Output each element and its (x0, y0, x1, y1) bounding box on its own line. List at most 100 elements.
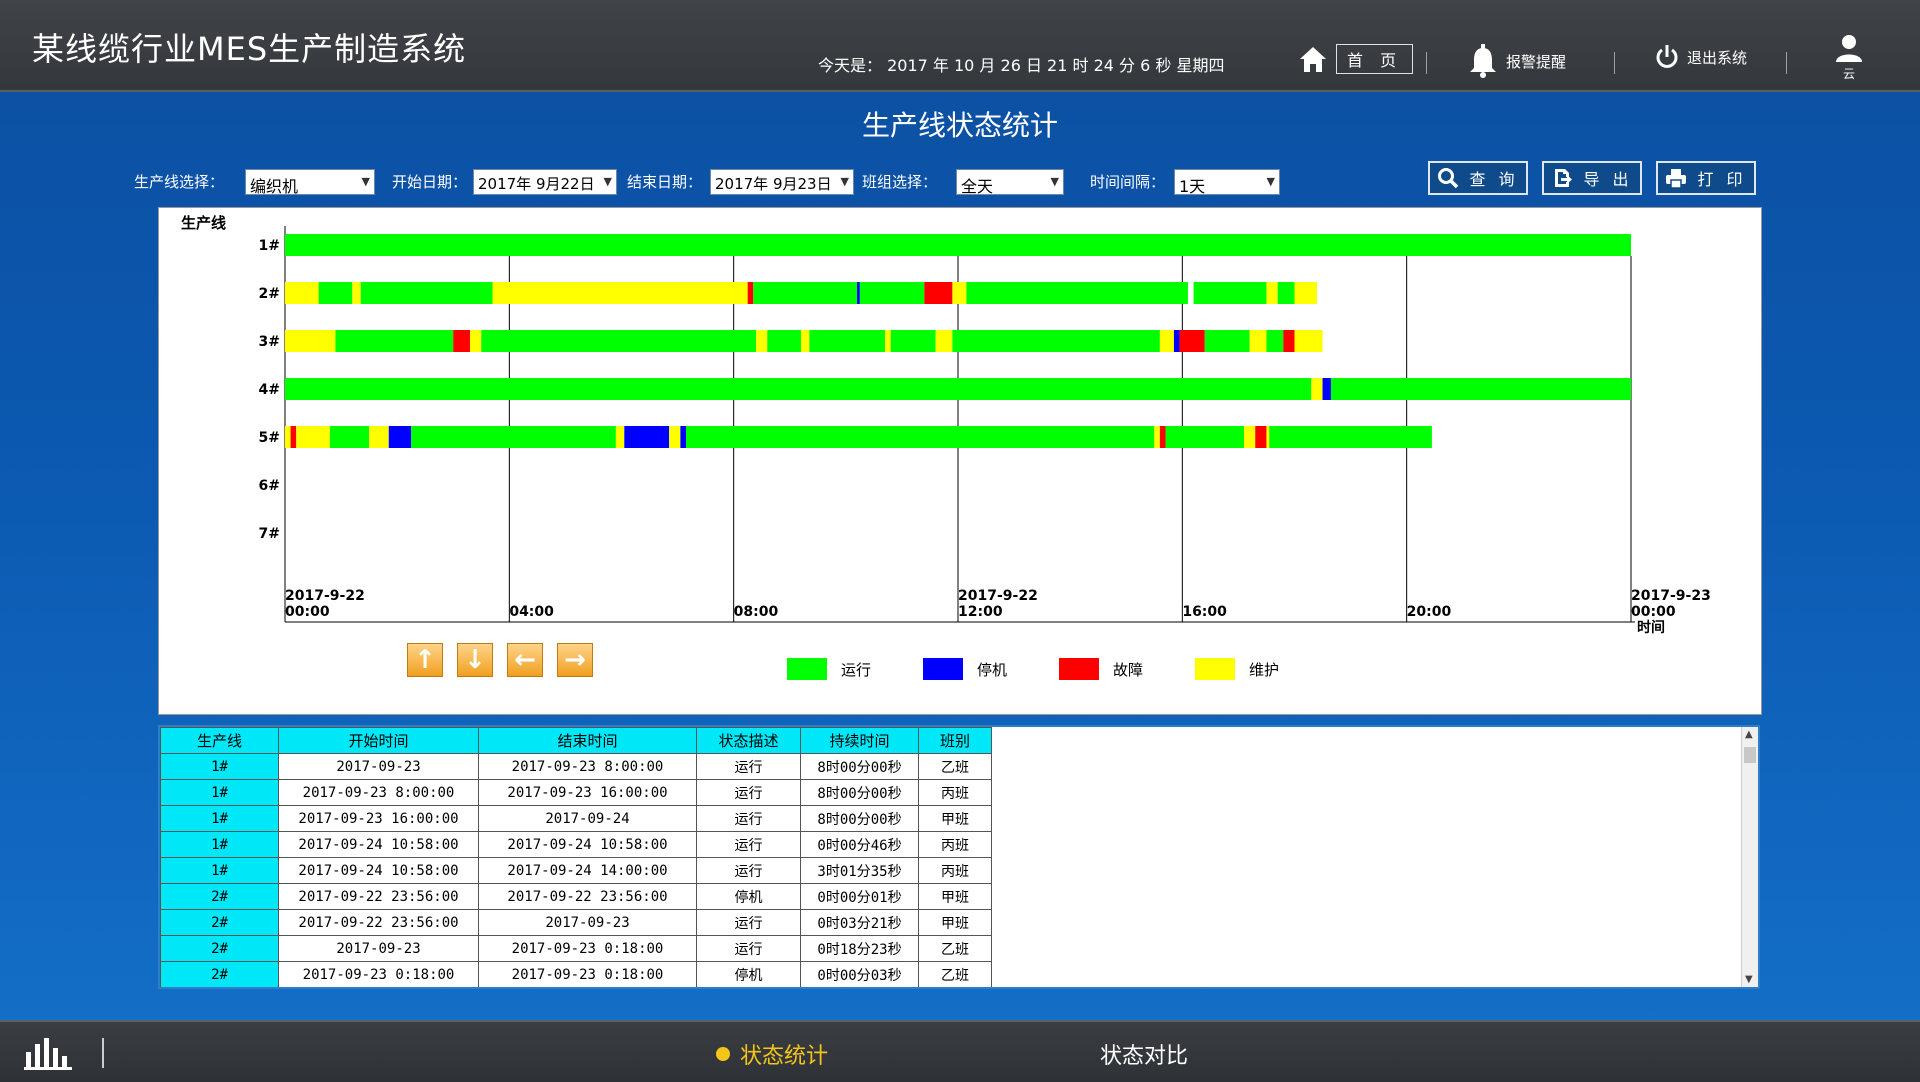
table-row[interactable]: 1# 2017-09-24 10:58:00 2017-09-24 10:58:00… (160, 831, 992, 858)
timeline-svg: 生产线1#2#3#4#5#6#7#2017-9-2200:00 04:00 08:0… (181, 214, 1711, 636)
status-record-table: 生产线 开始时间 结束时间 状态描述 持续时间 班别 1# 2017-09-23 2… (160, 727, 992, 990)
table-cell: 0时13分47秒 (801, 988, 919, 990)
table-cell: 0时00分03秒 (800, 961, 919, 987)
table-cell: 甲班 (918, 805, 992, 832)
scroll-up-arrow-icon[interactable]: ▲ (1745, 729, 1753, 740)
legend-fault: 故障 (1059, 658, 1143, 680)
timeline-segment-maint (800, 330, 810, 352)
export-button[interactable]: 导 出 (1542, 161, 1642, 195)
table-row[interactable]: 2# 2017-09-22 23:56:00 2017-09-22 23:56:00… (160, 883, 992, 910)
tab-status-statistics[interactable]: 状态统计 (716, 1038, 828, 1070)
table-cell: 0时00分46秒 (800, 831, 919, 858)
table-row[interactable]: 1# 2017-09-23 8:00:00 2017-09-23 16:00:00 运… (160, 779, 992, 806)
y-tick-label: 6# (259, 478, 280, 494)
timeline-segment-run (809, 330, 886, 352)
user-profile-button[interactable]: 云 (1832, 34, 1866, 82)
scroll-down-arrow-icon[interactable]: ▼ (1745, 974, 1753, 985)
table-cell: 1# (160, 805, 279, 832)
timeline-segment-stop (624, 426, 670, 448)
home-icon (1300, 47, 1326, 72)
timeline-segment-run (753, 282, 858, 304)
legend-swatch-maint (1195, 658, 1235, 680)
chevron-down-icon: ▼ (361, 175, 370, 188)
col-header-end[interactable]: 结束时间 (478, 727, 697, 754)
timeline-segment-maint (492, 282, 748, 304)
legend-swatch-fault (1059, 658, 1099, 680)
shift-select-value: 全天 (961, 177, 994, 196)
start-date-picker[interactable]: 2017年 9月22日 ▼ (473, 169, 617, 195)
scroll-right-button[interactable]: → (557, 643, 593, 677)
table-scrollbar[interactable]: ▲ ▼ (1741, 727, 1758, 987)
timeline-segment-run (285, 234, 1631, 256)
table-row[interactable]: 1# 2017-09-23 16:00:00 2017-09-24 运行 8时00分00… (160, 805, 992, 832)
bell-icon (1470, 44, 1496, 78)
table-cell: 运行 (696, 831, 801, 858)
timeline-segment-maint (885, 330, 891, 352)
table-cell: 1# (160, 857, 279, 884)
col-header-duration[interactable]: 持续时间 (800, 727, 919, 754)
x-tick-time-label: 20:00 (1407, 604, 1452, 620)
end-date-label: 结束日期： (627, 173, 703, 191)
scroll-up-button[interactable]: ↑ (407, 643, 443, 677)
table-cell: 2017-09-23 0:18:00 (478, 935, 697, 962)
arrow-right-icon: → (564, 645, 586, 675)
shift-select[interactable]: 全天 ▼ (956, 169, 1064, 196)
home-button[interactable]: 首 页 (1298, 44, 1414, 74)
printer-icon (1666, 169, 1687, 189)
table-cell: 2017-09-23 (278, 935, 479, 962)
line-select[interactable]: 编织机 ▼ (245, 169, 375, 196)
col-header-status[interactable]: 状态描述 (696, 727, 801, 754)
col-header-line[interactable]: 生产线 (160, 727, 279, 754)
timeline-segment-fault (453, 330, 471, 352)
timeline-segment-run (966, 282, 1188, 304)
interval-select[interactable]: 1天 ▼ (1174, 169, 1280, 196)
table-row[interactable]: 2#2017-09-23 0:18:002017-09-23 0:32:00维保… (161, 988, 992, 990)
alarm-label: 报警提醒 (1506, 52, 1567, 71)
table-cell: 乙班 (918, 753, 992, 780)
table-row[interactable]: 2# 2017-09-23 0:18:00 2017-09-23 0:18:00 停机… (160, 961, 992, 987)
start-date-label: 开始日期： (392, 173, 468, 191)
legend-stop: 停机 (923, 658, 1007, 680)
timeline-segment-maint (285, 426, 291, 448)
line-select-value: 编织机 (250, 177, 299, 196)
arrow-down-icon: ↓ (464, 645, 486, 675)
y-tick-label: 5# (259, 430, 280, 446)
x-tick-time-label: 12:00 (958, 604, 1003, 620)
tab-status-statistics-label: 状态统计 (740, 1044, 829, 1069)
status-timeline-chart: 生产线 1# 2# 3# 4# 5# 6# 7# 2017-9-22 00:00 04:00 08:0… (158, 207, 1762, 715)
scroll-down-button[interactable]: ↓ (457, 643, 493, 677)
timeline-segment-maint (952, 282, 967, 304)
end-date-picker[interactable]: 2017年 9月23日 ▼ (710, 169, 854, 195)
table-row[interactable]: 1# 2017-09-23 2017-09-23 8:00:00 运行 8时00分00秒… (160, 753, 992, 780)
timeline-segment-fault (1159, 426, 1166, 448)
chevron-down-icon: ▼ (1266, 175, 1275, 188)
legend-swatch-stop (923, 658, 963, 680)
col-header-start[interactable]: 开始时间 (278, 727, 479, 754)
scrollbar-thumb[interactable] (1744, 747, 1756, 763)
table-cell: 2017-09-22 23:56:00 (278, 883, 479, 910)
table-cell: 维保 (697, 988, 801, 990)
alarm-button[interactable]: 报警提醒 (1468, 44, 1566, 78)
print-button[interactable]: 打 印 (1656, 161, 1756, 195)
current-datetime: 今天是： 2017 年 10 月 26 日 21 时 24 分 6 秒 星期四 (818, 56, 1225, 75)
search-icon (1438, 168, 1459, 189)
tab-status-comparison[interactable]: 状态对比 (1100, 1038, 1188, 1070)
timeline-segment-maint (1244, 426, 1256, 448)
timeline-segment-maint (756, 330, 768, 352)
interval-select-label: 时间间隔： (1090, 173, 1166, 191)
export-label: 导 出 (1583, 170, 1633, 189)
y-tick-label: 4# (259, 382, 280, 398)
table-cell: 运行 (696, 909, 801, 936)
table-row[interactable]: 1# 2017-09-24 10:58:00 2017-09-24 14:00:00… (160, 857, 992, 884)
table-row[interactable]: 2# 2017-09-23 2017-09-23 0:18:00 运行 0时18分23秒… (160, 935, 992, 962)
query-button[interactable]: 查 询 (1428, 161, 1528, 195)
timeline-segment-maint (935, 330, 953, 352)
logout-button[interactable]: 退出系统 (1655, 44, 1747, 70)
scroll-left-button[interactable]: ← (507, 643, 543, 677)
table-row[interactable]: 2# 2017-09-22 23:56:00 2017-09-23 运行 0时03分21… (160, 909, 992, 936)
arrow-up-icon: ↑ (414, 645, 436, 675)
interval-select-value: 1天 (1179, 177, 1206, 196)
user-name: 云 (1842, 67, 1855, 81)
col-header-shift[interactable]: 班别 (918, 727, 992, 754)
table-cell: 2017-09-22 23:56:00 (478, 883, 697, 910)
